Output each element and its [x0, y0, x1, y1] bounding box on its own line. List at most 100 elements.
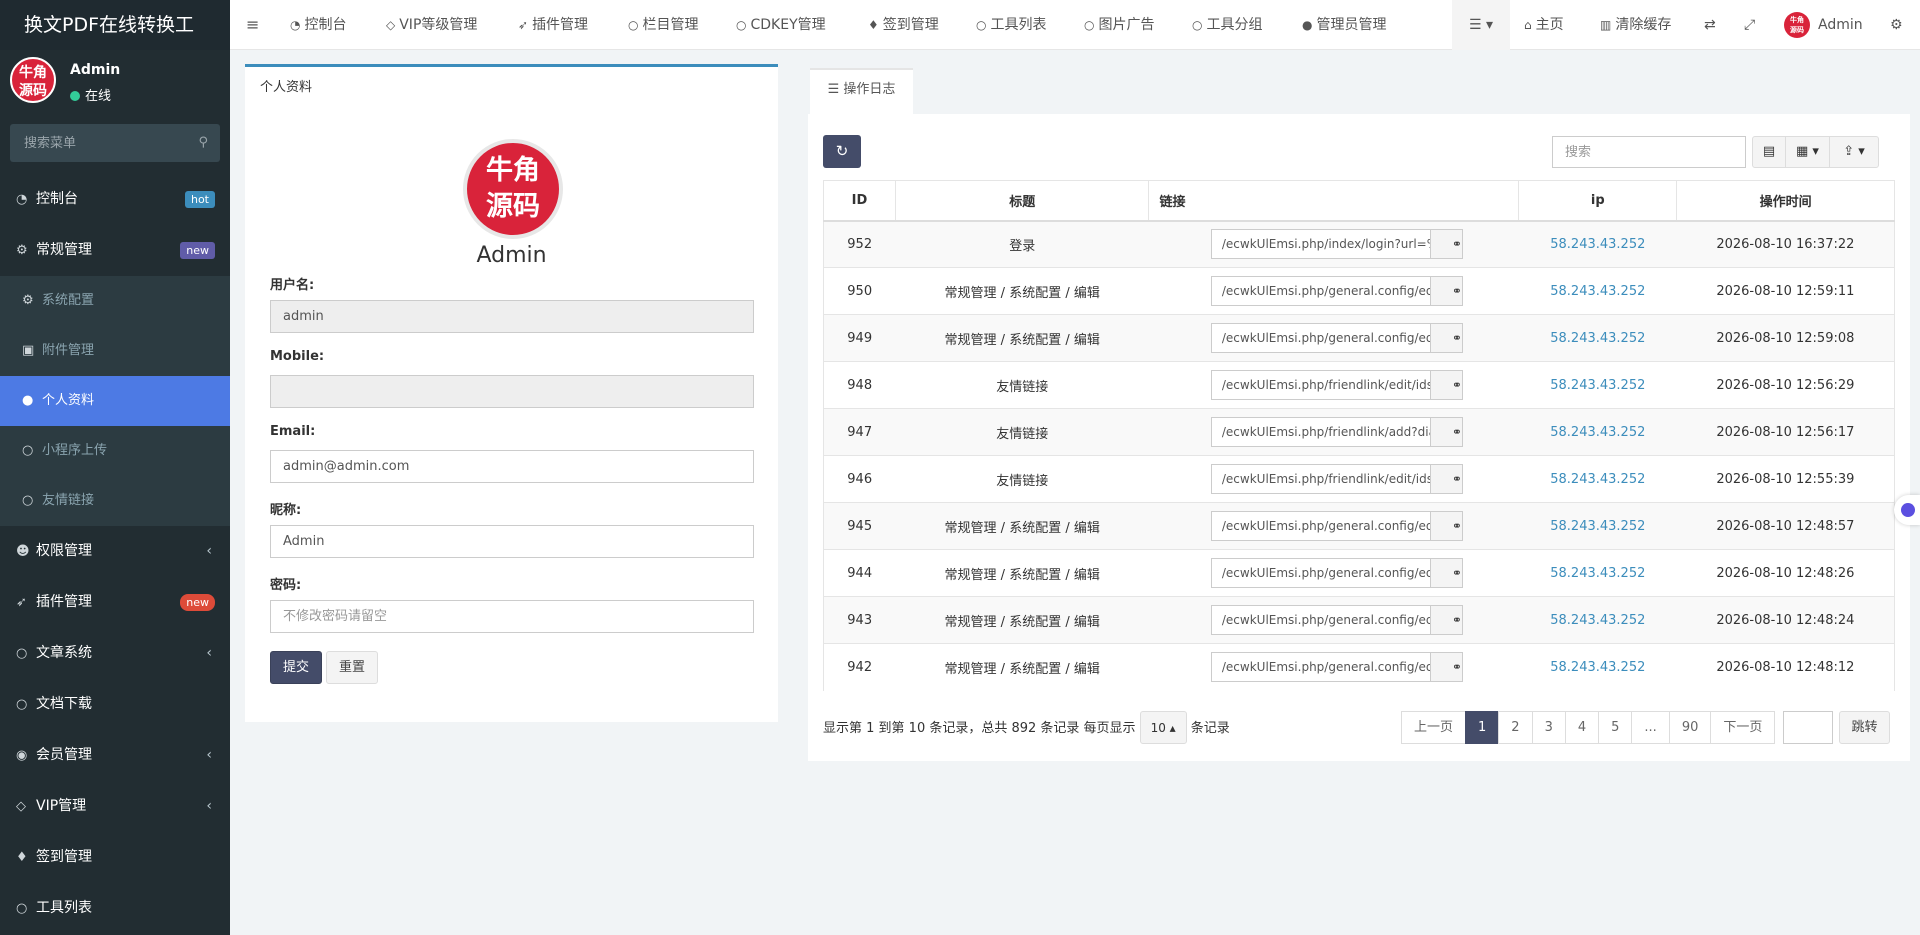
col-url[interactable]: 链接 — [1148, 180, 1520, 222]
link-icon[interactable]: ⚭ — [1429, 324, 1462, 352]
link-icon[interactable]: ⚭ — [1429, 277, 1462, 305]
table-row[interactable]: 945 常规管理 / 系统配置 / 编辑/ecwkUlEmsi.php/gener… — [823, 502, 1895, 550]
page-item[interactable]: ... — [1631, 711, 1670, 744]
reset-button[interactable]: 重置 — [326, 651, 378, 684]
sidebar-item-miniapp[interactable]: ○ 小程序上传 — [0, 426, 230, 476]
cell-ip[interactable]: 58.243.43.252 — [1518, 361, 1677, 409]
sidebar-item-tools[interactable]: ○ 工具列表 — [0, 883, 230, 934]
sidebar-item-article[interactable]: ○ 文章系统 ‹ — [0, 628, 230, 679]
search-icon[interactable]: ⚲ — [198, 135, 208, 150]
page-item[interactable]: 3 — [1531, 711, 1566, 744]
floating-assistant-tab[interactable] — [1894, 495, 1920, 525]
sidebar-item-general[interactable]: ⚙ 常规管理 new — [0, 225, 230, 276]
sidebar-item-signin[interactable]: ♦ 签到管理 — [0, 832, 230, 883]
page-jump-button[interactable]: 跳转 — [1839, 711, 1890, 744]
url-text[interactable]: /ecwkUlEmsi.php/general.config/edit — [1212, 512, 1430, 540]
translate-button[interactable]: ⇄ — [1704, 0, 1716, 50]
link-icon[interactable]: ⚭ — [1429, 230, 1462, 259]
link-icon[interactable]: ⚭ — [1429, 418, 1462, 446]
sidebar-item-auth[interactable]: ☻ 权限管理 ‹ — [0, 526, 230, 577]
refresh-button[interactable]: ↻ — [823, 135, 861, 168]
page-item[interactable]: 4 — [1564, 711, 1600, 744]
cell-ip[interactable]: 58.243.43.252 — [1518, 267, 1677, 315]
col-ip[interactable]: ip — [1518, 180, 1678, 222]
page-next[interactable]: 下一页 — [1710, 711, 1776, 744]
password-field[interactable] — [270, 600, 754, 633]
page-item[interactable]: 90 — [1668, 711, 1712, 744]
link-icon[interactable]: ⚭ — [1429, 559, 1462, 587]
app-title[interactable]: 换文PDF在线转换工 — [0, 0, 230, 50]
nickname-field[interactable] — [270, 525, 754, 558]
sidebar-toggle[interactable]: ≡ — [246, 0, 259, 50]
nav-category[interactable]: ○ 栏目管理 — [628, 0, 698, 50]
profile-avatar[interactable]: 牛角 源码 — [463, 139, 563, 239]
page-prev[interactable]: 上一页 — [1401, 711, 1467, 744]
settings-button[interactable]: ⚙ — [1890, 0, 1903, 50]
link-icon[interactable]: ⚭ — [1429, 512, 1462, 540]
tab-operation-log[interactable]: ☰ 操作日志 — [810, 68, 913, 114]
cell-ip[interactable]: 58.243.43.252 — [1518, 314, 1677, 362]
sidebar-item-dashboard[interactable]: ◔ 控制台 hot — [0, 174, 230, 225]
cell-ip[interactable]: 58.243.43.252 — [1518, 408, 1677, 456]
table-row[interactable]: 949 常规管理 / 系统配置 / 编辑/ecwkUlEmsi.php/gener… — [823, 314, 1895, 362]
url-text[interactable]: /ecwkUlEmsi.php/general.config/edit — [1212, 277, 1430, 305]
nav-image-ad[interactable]: ○ 图片广告 — [1084, 0, 1154, 50]
page-item[interactable]: 2 — [1498, 711, 1533, 744]
col-title[interactable]: 标题 — [894, 180, 1150, 222]
nav-home[interactable]: ⌂ 主页 — [1524, 0, 1564, 50]
sidebar-item-config[interactable]: ⚙ 系统配置 — [0, 276, 230, 326]
log-search-input[interactable] — [1552, 136, 1746, 168]
url-text[interactable]: /ecwkUlEmsi.php/friendlink/add?dialc — [1212, 418, 1430, 446]
sidebar-item-profile[interactable]: ● 个人资料 — [0, 376, 230, 426]
nav-clear-cache[interactable]: ▥ 清除缓存 — [1600, 0, 1671, 50]
url-text[interactable]: /ecwkUlEmsi.php/general.config/edit — [1212, 653, 1430, 681]
nav-cdkey[interactable]: ○ CDKEY管理 — [736, 0, 826, 50]
sidebar-item-download[interactable]: ○ 文档下载 — [0, 679, 230, 730]
page-jump-input[interactable] — [1783, 711, 1833, 744]
nav-list-dropdown[interactable]: ☰ ▾ — [1452, 0, 1510, 50]
nav-vip-level[interactable]: ◇ VIP等级管理 — [386, 0, 477, 50]
col-id[interactable]: ID — [823, 180, 896, 222]
sidebar-item-friendlink[interactable]: ○ 友情链接 — [0, 476, 230, 526]
sidebar-item-vip[interactable]: ◇ VIP管理 ‹ — [0, 781, 230, 832]
table-row[interactable]: 950 常规管理 / 系统配置 / 编辑/ecwkUlEmsi.php/gener… — [823, 267, 1895, 315]
export-button[interactable]: ⇪ ▾ — [1829, 136, 1879, 168]
nav-dashboard[interactable]: ◔ 控制台 — [290, 0, 346, 50]
submit-button[interactable]: 提交 — [270, 651, 322, 684]
page-size-select[interactable]: 10 ▴ — [1139, 711, 1187, 744]
sidebar-item-member[interactable]: ◉ 会员管理 ‹ — [0, 730, 230, 781]
url-text[interactable]: /ecwkUlEmsi.php/friendlink/edit/ids/4 — [1212, 465, 1430, 493]
cell-ip[interactable]: 58.243.43.252 — [1518, 220, 1677, 268]
email-field[interactable] — [270, 450, 754, 483]
sidebar-search-input[interactable] — [10, 124, 220, 162]
table-row[interactable]: 948 友情链接/ecwkUlEmsi.php/friendlink/edit/i… — [823, 361, 1895, 409]
columns-button[interactable]: ▦ ▾ — [1785, 136, 1830, 168]
url-text[interactable]: /ecwkUlEmsi.php/index/login?url=%2 — [1212, 230, 1430, 258]
nav-signin[interactable]: ♦ 签到管理 — [868, 0, 939, 50]
table-row[interactable]: 944 常规管理 / 系统配置 / 编辑/ecwkUlEmsi.php/gener… — [823, 549, 1895, 597]
sidebar-item-addon[interactable]: ➶ 插件管理 new — [0, 577, 230, 628]
link-icon[interactable]: ⚭ — [1429, 653, 1462, 682]
table-row[interactable]: 946 友情链接/ecwkUlEmsi.php/friendlink/edit/i… — [823, 455, 1895, 503]
fullscreen-button[interactable]: ⤢ — [1744, 0, 1755, 50]
url-text[interactable]: /ecwkUlEmsi.php/general.config/edit — [1212, 559, 1430, 587]
table-row[interactable]: 942 常规管理 / 系统配置 / 编辑/ecwkUlEmsi.php/gener… — [823, 643, 1895, 691]
cell-ip[interactable]: 58.243.43.252 — [1518, 549, 1677, 597]
nav-user-menu[interactable]: 牛角 源码 Admin — [1784, 0, 1863, 50]
nav-admin[interactable]: ● 管理员管理 — [1302, 0, 1386, 50]
col-time[interactable]: 操作时间 — [1676, 180, 1895, 222]
table-row[interactable]: 952 登录/ecwkUlEmsi.php/index/login?url=%2 ⚭… — [823, 220, 1895, 268]
page-item[interactable]: 5 — [1598, 711, 1633, 744]
cell-ip[interactable]: 58.243.43.252 — [1518, 643, 1677, 691]
link-icon[interactable]: ⚭ — [1429, 606, 1462, 634]
link-icon[interactable]: ⚭ — [1429, 371, 1462, 399]
cell-ip[interactable]: 58.243.43.252 — [1518, 502, 1677, 550]
link-icon[interactable]: ⚭ — [1429, 465, 1462, 493]
nav-tools[interactable]: ○ 工具列表 — [976, 0, 1046, 50]
url-text[interactable]: /ecwkUlEmsi.php/friendlink/edit/ids/3 — [1212, 371, 1430, 399]
url-text[interactable]: /ecwkUlEmsi.php/general.config/edit — [1212, 324, 1430, 352]
url-text[interactable]: /ecwkUlEmsi.php/general.config/edit — [1212, 606, 1430, 634]
nav-addon[interactable]: ➶ 插件管理 — [518, 0, 588, 50]
nav-tool-group[interactable]: ○ 工具分组 — [1192, 0, 1262, 50]
cell-ip[interactable]: 58.243.43.252 — [1518, 596, 1677, 644]
